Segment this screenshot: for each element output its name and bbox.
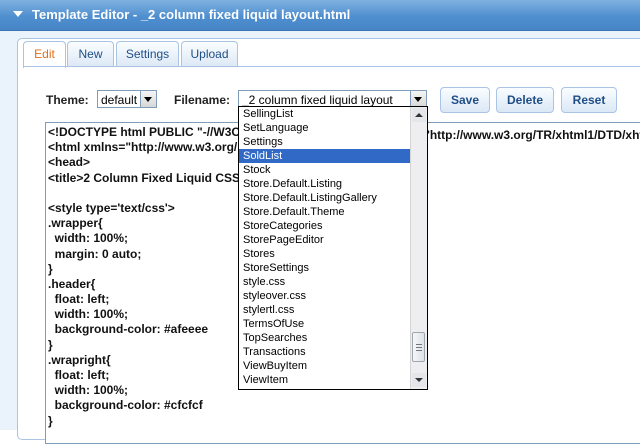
dropdown-option[interactable]: Stores — [239, 247, 410, 261]
code-line: <head> — [48, 155, 91, 170]
save-button[interactable]: Save — [440, 87, 490, 113]
tab-upload[interactable]: Upload — [181, 41, 238, 66]
window-titlebar: Template Editor - _2 column fixed liquid… — [0, 0, 640, 31]
code-line: <!DOCTYPE html PUBLIC "-//W3C// — [48, 125, 247, 139]
code-line: width: 100%; — [48, 383, 129, 398]
code-line: background-color: #cfcfcf — [48, 398, 203, 413]
code-line: } — [48, 413, 53, 428]
dropdown-option[interactable]: ViewItem — [239, 373, 410, 387]
dropdown-option[interactable]: StoreSettings — [239, 261, 410, 275]
dropdown-option[interactable]: style.css — [239, 275, 410, 289]
dropdown-scrollbar[interactable] — [410, 107, 427, 389]
dropdown-option[interactable]: TermsOfUse — [239, 317, 410, 331]
tab-new[interactable]: New — [67, 41, 114, 66]
code-line: float: left; — [48, 368, 110, 382]
code-line: margin: 0 auto; — [48, 246, 142, 261]
dropdown-option[interactable]: Stock — [239, 163, 410, 177]
code-line: background-color: #afeeee — [48, 322, 209, 337]
dropdown-option[interactable]: Transactions — [239, 345, 410, 359]
code-line: <style type='text/css'> — [48, 200, 175, 215]
chevron-down-icon[interactable] — [140, 91, 156, 107]
dropdown-option[interactable]: Store.Default.Listing — [239, 177, 410, 191]
tab-settings[interactable]: Settings — [116, 41, 179, 66]
chevron-down-icon[interactable] — [410, 91, 426, 107]
window-title: Template Editor - _2 column fixed liquid… — [32, 7, 351, 22]
code-lines: <!DOCTYPE html PUBLIC "-//W3C// <html xm… — [48, 125, 251, 429]
collapse-icon[interactable] — [13, 11, 23, 17]
scrollbar-thumb[interactable] — [412, 332, 425, 362]
dropdown-option[interactable]: SetLanguage — [239, 121, 410, 135]
code-line: } — [48, 337, 53, 352]
dropdown-option[interactable]: StorePageEditor — [239, 233, 410, 247]
theme-select[interactable]: default — [97, 90, 157, 108]
filename-dropdown-list[interactable]: SellingList SetLanguage Settings SoldLis… — [238, 106, 428, 390]
code-line: .header{ — [48, 276, 96, 291]
delete-button[interactable]: Delete — [496, 87, 554, 113]
filename-select-value: _2 column fixed liquid layout — [242, 93, 393, 107]
dropdown-option[interactable]: Settings — [239, 135, 410, 149]
filename-label: Filename: — [174, 93, 231, 107]
grip-icon — [416, 344, 422, 345]
code-line: } — [48, 261, 53, 276]
grip-icon — [416, 350, 422, 351]
dropdown-option[interactable]: SellingList — [239, 107, 410, 121]
code-line: width: 100%; — [48, 307, 129, 322]
dropdown-option[interactable]: TopSearches — [239, 331, 410, 345]
code-line: .wrapright{ — [48, 352, 111, 367]
code-line: <html xmlns="http://www.w3.org/ — [48, 140, 238, 155]
dropdown-option[interactable]: StoreCategories — [239, 219, 410, 233]
tab-edit[interactable]: Edit — [23, 41, 66, 68]
dropdown-option[interactable]: Store.Default.Theme — [239, 205, 410, 219]
dropdown-option[interactable]: styleover.css — [239, 289, 410, 303]
code-line: <title>2 Column Fixed Liquid CSS L — [48, 170, 251, 185]
reset-button[interactable]: Reset — [561, 87, 617, 113]
dropdown-option[interactable]: Store.Default.ListingGallery — [239, 191, 410, 205]
code-line: float: left; — [48, 292, 110, 307]
scroll-down-icon[interactable] — [412, 373, 426, 387]
grip-icon — [416, 347, 422, 348]
theme-select-value: default — [101, 93, 138, 107]
code-line: width: 100%; — [48, 231, 129, 246]
dropdown-option-selected[interactable]: SoldList — [239, 149, 410, 163]
scroll-up-icon[interactable] — [412, 108, 426, 122]
theme-label: Theme: — [46, 93, 89, 107]
dropdown-option[interactable]: ViewBuyItem — [239, 359, 410, 373]
code-line: .wrapper{ — [48, 216, 103, 231]
tab-divider — [23, 66, 640, 67]
dropdown-option[interactable]: stylertl.css — [239, 303, 410, 317]
code-line-tail: 'http://www.w3.org/TR/xhtml1/DTD/xht — [427, 128, 640, 142]
